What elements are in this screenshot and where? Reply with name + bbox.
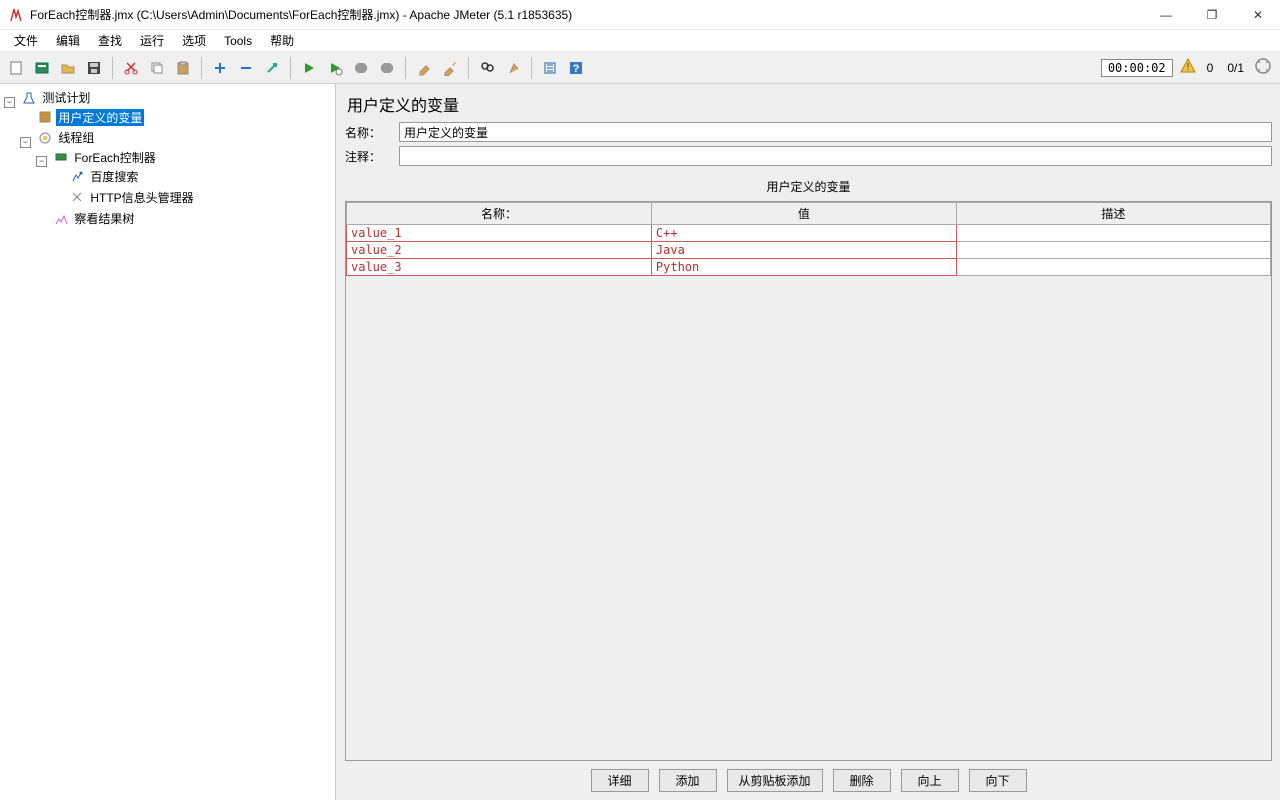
start-icon[interactable]: [297, 56, 321, 80]
toolbar-separator: [201, 57, 202, 79]
table-row[interactable]: value_2 Java: [347, 242, 1271, 259]
tree-node-baidu-request[interactable]: 百度搜索: [68, 168, 142, 185]
paste-icon[interactable]: [171, 56, 195, 80]
menubar: 文件 编辑 查找 运行 选项 Tools 帮助: [0, 30, 1280, 52]
window-title: ForEach控制器.jmx (C:\Users\Admin\Documents…: [30, 6, 572, 23]
elapsed-timer: 00:00:02: [1101, 59, 1173, 77]
toolbar: ? 00:00:02 ! 0 0/1: [0, 52, 1280, 84]
header-manager-icon: [70, 190, 84, 204]
delete-button[interactable]: 删除: [833, 769, 891, 792]
cell-name[interactable]: value_2: [347, 242, 652, 259]
table-empty-area: [346, 276, 1271, 760]
comment-label: 注释：: [345, 148, 393, 165]
sampler-icon: [70, 170, 84, 184]
minimize-button[interactable]: ―: [1152, 8, 1180, 22]
table-section-title: 用户定义的变量: [337, 172, 1280, 201]
close-button[interactable]: ✕: [1244, 8, 1272, 22]
clear-icon[interactable]: [412, 56, 436, 80]
tree-node-view-results[interactable]: 察看结果树: [52, 210, 138, 227]
toolbar-separator: [290, 57, 291, 79]
thread-group-icon: [38, 131, 52, 145]
table-row[interactable]: value_3 Python: [347, 259, 1271, 276]
add-button[interactable]: 添加: [659, 769, 717, 792]
detail-button[interactable]: 详细: [591, 769, 649, 792]
tree-node-http-header[interactable]: HTTP信息头管理器: [68, 189, 197, 206]
search-icon[interactable]: [475, 56, 499, 80]
table-button-row: 详细 添加 从剪贴板添加 删除 向上 向下: [337, 761, 1280, 800]
tree-expander[interactable]: −: [4, 97, 15, 108]
tree-node-foreach[interactable]: ForEach控制器: [52, 149, 159, 166]
cell-name[interactable]: value_1: [347, 225, 652, 242]
thread-count: 0/1: [1223, 61, 1248, 75]
menu-search[interactable]: 查找: [90, 30, 130, 51]
warning-icon[interactable]: !: [1179, 57, 1197, 78]
name-label: 名称：: [345, 124, 393, 141]
listener-icon: [54, 212, 68, 226]
controller-icon: [54, 150, 68, 164]
help-icon[interactable]: ?: [564, 56, 588, 80]
plus-icon[interactable]: [208, 56, 232, 80]
cell-desc[interactable]: [956, 225, 1270, 242]
menu-file[interactable]: 文件: [6, 30, 46, 51]
new-file-icon[interactable]: [4, 56, 28, 80]
cell-desc[interactable]: [956, 259, 1270, 276]
menu-tools[interactable]: Tools: [216, 32, 260, 50]
tree-expander[interactable]: −: [20, 137, 31, 148]
toggle-icon[interactable]: [260, 56, 284, 80]
cell-value[interactable]: Java: [651, 242, 956, 259]
tree-node-thread-group[interactable]: 线程组: [36, 129, 98, 146]
menu-help[interactable]: 帮助: [262, 30, 302, 51]
function-helper-icon[interactable]: [538, 56, 562, 80]
cell-desc[interactable]: [956, 242, 1270, 259]
toolbar-separator: [468, 57, 469, 79]
svg-text:!: !: [1186, 62, 1189, 73]
config-icon: [38, 110, 52, 124]
open-icon[interactable]: [56, 56, 80, 80]
table-row[interactable]: value_1 C++: [347, 225, 1271, 242]
window-titlebar: ForEach控制器.jmx (C:\Users\Admin\Documents…: [0, 0, 1280, 30]
cell-name[interactable]: value_3: [347, 259, 652, 276]
svg-text:?: ?: [573, 63, 580, 75]
toolbar-separator: [405, 57, 406, 79]
jmeter-logo-icon: [8, 7, 24, 23]
up-button[interactable]: 向上: [901, 769, 959, 792]
name-field[interactable]: [399, 122, 1272, 142]
reset-search-icon[interactable]: [501, 56, 525, 80]
toolbar-separator: [531, 57, 532, 79]
shutdown-icon[interactable]: [375, 56, 399, 80]
start-no-timers-icon[interactable]: [323, 56, 347, 80]
col-header-value[interactable]: 值: [651, 203, 956, 225]
menu-options[interactable]: 选项: [174, 30, 214, 51]
col-header-desc[interactable]: 描述: [956, 203, 1270, 225]
variables-table-container: 名称： 值 描述 value_1 C++ value_2 Java: [345, 201, 1272, 761]
maximize-button[interactable]: ❐: [1198, 8, 1226, 22]
beaker-icon: [22, 91, 36, 105]
cell-value[interactable]: Python: [651, 259, 956, 276]
panel-title: 用户定义的变量: [337, 84, 1280, 122]
error-count: 0: [1203, 61, 1218, 75]
tree-node-user-vars[interactable]: 用户定义的变量: [36, 109, 146, 126]
variables-table[interactable]: 名称： 值 描述 value_1 C++ value_2 Java: [346, 202, 1271, 276]
minus-icon[interactable]: [234, 56, 258, 80]
add-from-clipboard-button[interactable]: 从剪贴板添加: [727, 769, 823, 792]
editor-panel: 用户定义的变量 名称： 注释： 用户定义的变量 名称： 值 描述: [336, 84, 1280, 800]
test-plan-tree[interactable]: − 测试计划 用户定义的变量 −: [0, 84, 336, 800]
menu-run[interactable]: 运行: [132, 30, 172, 51]
copy-icon[interactable]: [145, 56, 169, 80]
comment-field[interactable]: [399, 146, 1272, 166]
templates-icon[interactable]: [30, 56, 54, 80]
stop-icon[interactable]: [349, 56, 373, 80]
menu-edit[interactable]: 编辑: [48, 30, 88, 51]
col-header-name[interactable]: 名称：: [347, 203, 652, 225]
cell-value[interactable]: C++: [651, 225, 956, 242]
cut-icon[interactable]: [119, 56, 143, 80]
toolbar-separator: [112, 57, 113, 79]
main-content: − 测试计划 用户定义的变量 −: [0, 84, 1280, 800]
clear-all-icon[interactable]: [438, 56, 462, 80]
tree-expander[interactable]: −: [36, 156, 47, 167]
tree-node-test-plan[interactable]: 测试计划: [20, 89, 94, 106]
save-icon[interactable]: [82, 56, 106, 80]
fullscreen-icon[interactable]: [1254, 57, 1272, 78]
down-button[interactable]: 向下: [969, 769, 1027, 792]
